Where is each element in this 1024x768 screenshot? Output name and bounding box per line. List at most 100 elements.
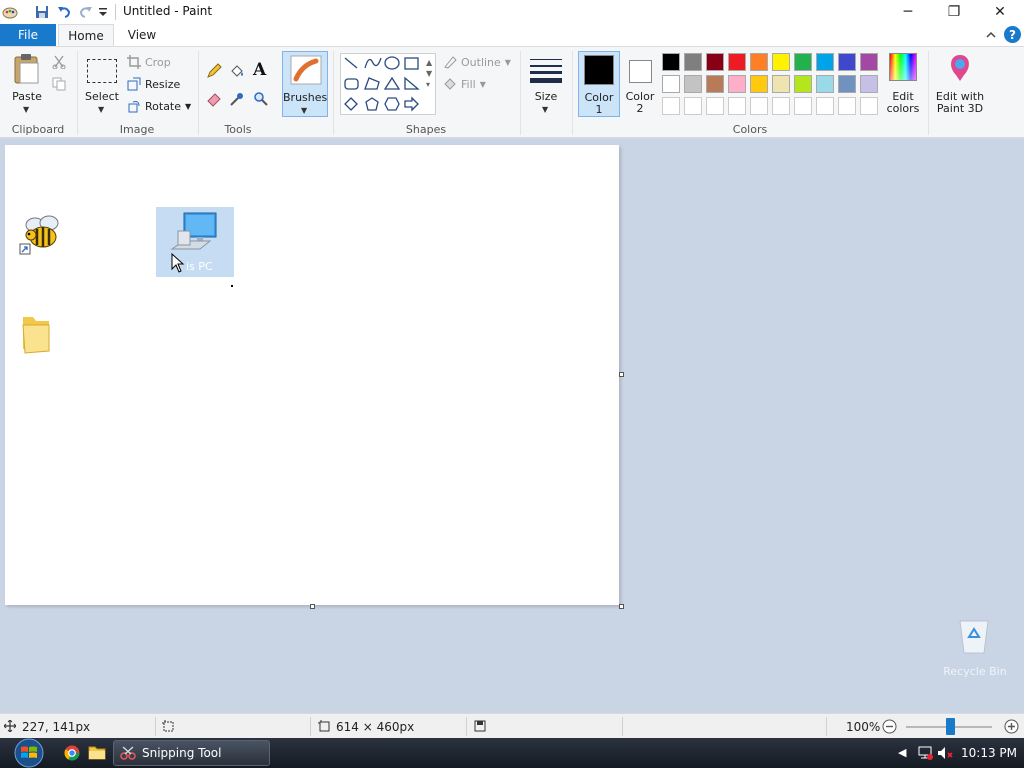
fill-bucket-icon[interactable] <box>229 63 245 79</box>
palette-swatch[interactable] <box>860 75 878 93</box>
resize-handle-right[interactable] <box>619 372 624 377</box>
palette-swatch[interactable] <box>728 75 746 93</box>
cut-icon[interactable] <box>52 55 66 70</box>
custom-color-slot[interactable] <box>838 97 856 115</box>
group-separator <box>928 51 929 135</box>
drawing-canvas[interactable]: is PC <box>5 145 619 605</box>
fill-label: Fill <box>461 77 476 91</box>
paste-label: Paste <box>12 90 42 103</box>
palette-swatch[interactable] <box>728 53 746 71</box>
palette-swatch[interactable] <box>684 53 702 71</box>
paste-icon <box>12 53 42 85</box>
status-divider <box>826 717 827 736</box>
this-pc-icon[interactable]: is PC <box>156 207 234 277</box>
palette-swatch[interactable] <box>794 53 812 71</box>
undo-icon[interactable] <box>56 4 72 20</box>
tab-home[interactable]: Home <box>58 24 114 46</box>
tab-view[interactable]: View <box>116 24 168 46</box>
crop-icon <box>127 55 141 69</box>
custom-color-slot[interactable] <box>772 97 790 115</box>
taskbar-snipping-tool[interactable]: Snipping Tool <box>113 740 270 766</box>
text-tool-icon[interactable]: A <box>253 60 266 80</box>
brushes-button[interactable]: Brushes ▼ <box>282 51 328 117</box>
recycle-bin-icon[interactable] <box>950 615 998 655</box>
custom-color-slot[interactable] <box>794 97 812 115</box>
custom-color-slot[interactable] <box>706 97 724 115</box>
edit-colors-button[interactable]: Edit colors <box>884 51 922 117</box>
resize-handle-corner[interactable] <box>619 604 624 609</box>
palette-swatch[interactable] <box>662 75 680 93</box>
folder-icon[interactable] <box>19 313 53 355</box>
select-button[interactable]: Select ▼ <box>82 51 122 117</box>
paste-button[interactable]: Paste ▼ <box>6 51 48 117</box>
shapes-scroll-icons[interactable]: ▲ ▼ ▾ <box>426 57 432 90</box>
color-picker-icon[interactable] <box>229 91 245 107</box>
eraser-icon[interactable] <box>206 91 222 107</box>
custom-color-slot[interactable] <box>860 97 878 115</box>
custom-color-slot[interactable] <box>662 97 680 115</box>
zoom-out-button[interactable] <box>882 719 897 734</box>
palette-swatch[interactable] <box>772 53 790 71</box>
fill-button[interactable]: Fill ▼ <box>443 77 486 91</box>
crop-button[interactable]: Crop <box>127 55 171 69</box>
brush-icon <box>290 55 322 85</box>
bee-shortcut-icon[interactable] <box>15 211 65 255</box>
network-icon[interactable] <box>916 745 934 761</box>
crop-label: Crop <box>145 55 171 69</box>
zoom-in-button[interactable] <box>1004 719 1019 734</box>
palette-swatch[interactable] <box>816 53 834 71</box>
palette-swatch[interactable] <box>838 75 856 93</box>
volume-icon[interactable] <box>936 745 954 761</box>
rotate-button[interactable]: Rotate ▼ <box>127 99 191 113</box>
palette-swatch[interactable] <box>838 53 856 71</box>
pencil-icon[interactable] <box>206 63 222 79</box>
save-icon[interactable] <box>34 4 50 20</box>
customize-qat-icon[interactable] <box>98 6 108 18</box>
help-icon[interactable]: ? <box>1004 26 1021 43</box>
minimize-button[interactable]: ─ <box>885 0 931 24</box>
custom-color-slot[interactable] <box>816 97 834 115</box>
outline-icon <box>444 56 457 69</box>
palette-swatch[interactable] <box>750 53 768 71</box>
palette-swatch[interactable] <box>860 53 878 71</box>
edit-with-paint3d-button[interactable]: Edit with Paint 3D <box>932 51 988 117</box>
shapes-group-label: Shapes <box>405 123 447 136</box>
canvas-size: 614 × 460px <box>336 720 415 734</box>
palette-swatch[interactable] <box>706 75 724 93</box>
magnifier-icon[interactable] <box>253 91 269 107</box>
palette-swatch[interactable] <box>750 75 768 93</box>
this-pc-label: is PC <box>186 260 213 273</box>
shapes-gallery[interactable] <box>340 53 436 115</box>
cursor-position: 227, 141px <box>22 720 91 734</box>
paint-app-icon[interactable] <box>2 4 18 20</box>
show-hidden-icons[interactable]: ◀ <box>898 746 906 759</box>
palette-swatch[interactable] <box>684 75 702 93</box>
rotate-label: Rotate <box>145 99 182 113</box>
collapse-ribbon-icon[interactable] <box>985 29 997 41</box>
outline-button[interactable]: Outline ▼ <box>443 55 511 69</box>
custom-color-slot[interactable] <box>684 97 702 115</box>
palette-swatch[interactable] <box>794 75 812 93</box>
color2-button[interactable]: Color 2 <box>622 51 658 117</box>
resize-handle-bottom[interactable] <box>310 604 315 609</box>
copy-icon[interactable] <box>52 77 66 91</box>
custom-color-slot[interactable] <box>728 97 746 115</box>
palette-swatch[interactable] <box>662 53 680 71</box>
zoom-slider-thumb[interactable] <box>946 718 955 735</box>
color1-button[interactable]: Color 1 <box>578 51 620 117</box>
start-button[interactable] <box>6 738 52 768</box>
close-button[interactable]: ✕ <box>977 0 1023 24</box>
palette-swatch[interactable] <box>772 75 790 93</box>
file-explorer-icon[interactable] <box>88 745 106 761</box>
size-button[interactable]: Size ▼ <box>526 51 566 117</box>
chrome-icon[interactable] <box>64 745 80 761</box>
custom-color-slot[interactable] <box>750 97 768 115</box>
palette-swatch[interactable] <box>706 53 724 71</box>
paint3d-icon <box>946 53 974 83</box>
palette-swatch[interactable] <box>816 75 834 93</box>
zoom-level: 100% <box>846 720 881 734</box>
maximize-button[interactable]: ❐ <box>931 0 977 24</box>
tab-file[interactable]: File <box>0 24 56 46</box>
resize-button[interactable]: Resize <box>127 77 180 91</box>
redo-icon[interactable] <box>78 4 94 20</box>
